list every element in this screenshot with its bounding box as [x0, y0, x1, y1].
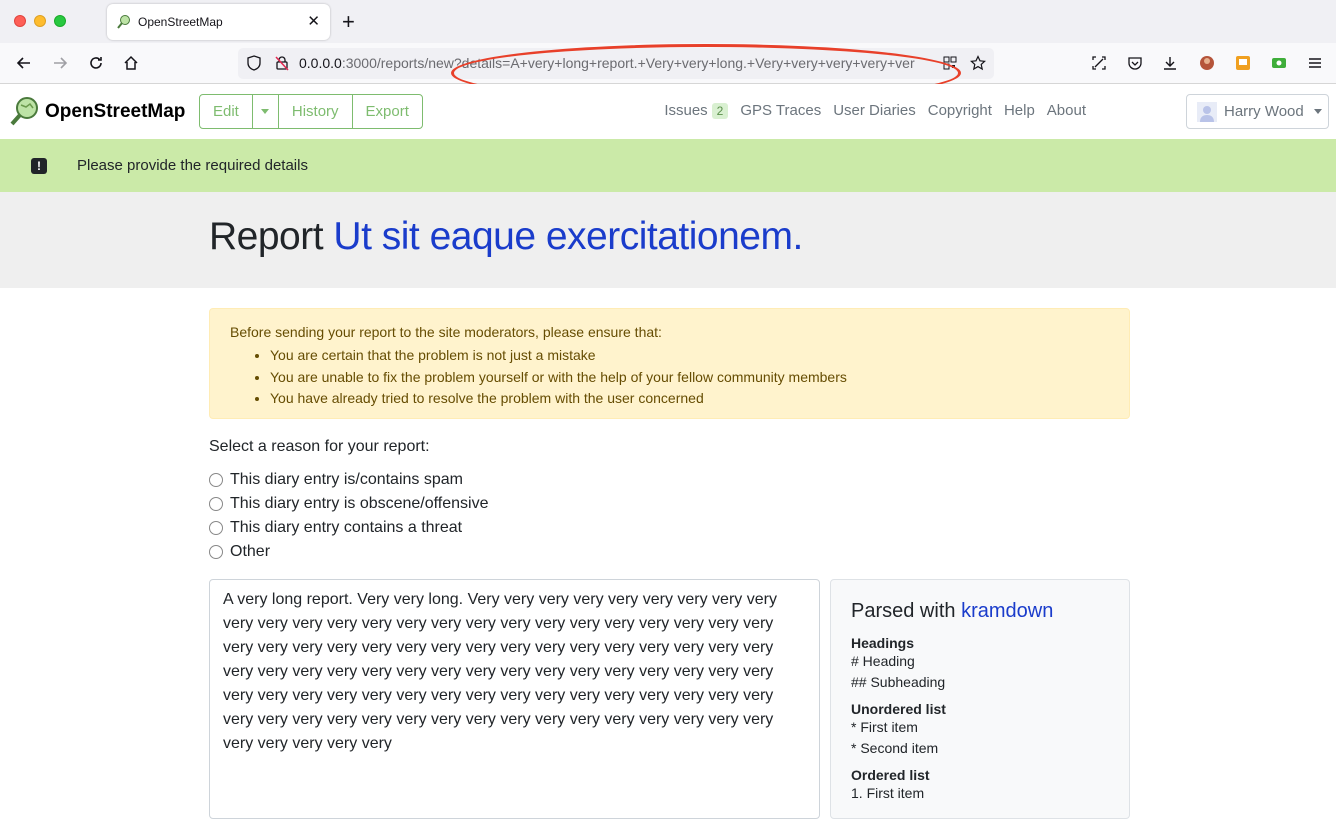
reason-option-label[interactable]: This diary entry is obscene/offensive	[230, 495, 489, 513]
export-button[interactable]: Export	[353, 95, 422, 128]
menu-hamburger-icon[interactable]	[1305, 53, 1325, 73]
osm-brand[interactable]: OpenStreetMap	[45, 101, 185, 123]
kramdown-link[interactable]: kramdown	[961, 600, 1053, 622]
help-title: Parsed with kramdown	[851, 600, 1109, 623]
close-window-button[interactable]	[14, 15, 26, 27]
shield-icon[interactable]	[244, 53, 264, 73]
pocket-icon[interactable]	[1125, 53, 1145, 73]
issues-count-badge: 2	[711, 103, 729, 119]
insecure-lock-icon[interactable]	[272, 53, 292, 73]
help-title-prefix: Parsed with	[851, 600, 956, 622]
home-icon[interactable]	[121, 53, 141, 73]
nav-issues[interactable]: Issues 2	[664, 102, 729, 119]
warning-list: You are certain that the problem is not …	[270, 345, 847, 410]
list-item: You have already tried to resolve the pr…	[270, 388, 847, 410]
warning-intro: Before sending your report to the site m…	[230, 324, 662, 340]
url-host: 0.0.0.0	[299, 55, 342, 71]
nav-issues-label: Issues	[664, 102, 708, 119]
reason-option-label[interactable]: This diary entry is/contains spam	[230, 471, 463, 489]
extension-orange-icon[interactable]	[1233, 53, 1253, 73]
page-title: Report Ut sit eaque exercitationem.	[209, 215, 803, 259]
new-tab-icon[interactable]: +	[342, 9, 355, 35]
tab-title: OpenStreetMap	[138, 15, 223, 29]
list-item: You are certain that the problem is not …	[270, 345, 847, 367]
avatar	[1197, 101, 1217, 122]
reason-option-label[interactable]: Other	[230, 543, 270, 561]
nav-gps-traces[interactable]: GPS Traces	[740, 102, 821, 119]
help-line: 1. First item	[851, 785, 925, 801]
user-menu-button[interactable]: Harry Wood	[1186, 94, 1329, 129]
bookmark-star-icon[interactable]	[968, 53, 988, 73]
help-line: # Heading	[851, 653, 915, 669]
chevron-down-icon	[261, 109, 270, 114]
page-title-prefix: Report	[209, 215, 324, 258]
edit-button[interactable]: Edit	[200, 95, 253, 128]
back-icon[interactable]	[14, 53, 34, 73]
flash-message: ! Please provide the required details	[0, 139, 1336, 192]
help-line: ## Subheading	[851, 674, 946, 690]
osm-header: OpenStreetMap Edit History Export Issues…	[0, 84, 1336, 139]
browser-tab-bar: OpenStreetMap ✕ +	[0, 0, 1336, 43]
reason-option-offensive[interactable]: This diary entry is obscene/offensive	[209, 492, 489, 516]
nav-user-diaries[interactable]: User Diaries	[833, 102, 916, 119]
help-heading-ordered: Ordered list	[851, 767, 930, 783]
reason-option-other[interactable]: Other	[209, 540, 489, 564]
help-heading-headings: Headings	[851, 635, 915, 651]
reason-option-spam[interactable]: This diary entry is/contains spam	[209, 468, 489, 492]
qr-code-icon[interactable]	[940, 53, 960, 73]
extension-avatar-icon[interactable]	[1197, 53, 1217, 73]
user-name: Harry Wood	[1224, 103, 1304, 120]
zoom-window-button[interactable]	[54, 15, 66, 27]
history-button[interactable]: History	[279, 95, 353, 128]
reason-radio-group: This diary entry is/contains spam This d…	[209, 468, 489, 564]
radio-button[interactable]	[209, 497, 223, 511]
osm-logo-icon[interactable]	[10, 96, 40, 126]
radio-button[interactable]	[209, 521, 223, 535]
osm-favicon-icon	[117, 15, 130, 29]
edit-button-group: Edit History Export	[199, 94, 423, 129]
warning-box: Before sending your report to the site m…	[209, 308, 1130, 419]
close-tab-icon[interactable]: ✕	[307, 12, 320, 30]
url-text[interactable]: 0.0.0.0:3000/reports/new?details=A+very+…	[299, 55, 929, 71]
diary-entry-link[interactable]: Ut sit eaque exercitationem.	[333, 215, 803, 258]
chevron-down-icon	[1313, 109, 1322, 114]
flash-text: Please provide the required details	[77, 157, 308, 174]
reason-option-threat[interactable]: This diary entry contains a threat	[209, 516, 489, 540]
markdown-help-panel: Parsed with kramdown Headings # Heading …	[830, 579, 1130, 819]
browser-toolbar: 0.0.0.0:3000/reports/new?details=A+very+…	[0, 43, 1336, 84]
title-band: Report Ut sit eaque exercitationem.	[0, 192, 1336, 288]
nav-about[interactable]: About	[1047, 102, 1086, 119]
reload-icon[interactable]	[86, 53, 106, 73]
radio-button[interactable]	[209, 473, 223, 487]
forward-icon[interactable]	[50, 53, 70, 73]
help-line: * First item	[851, 719, 918, 735]
reason-label: Select a reason for your report:	[209, 438, 430, 455]
nav-help[interactable]: Help	[1004, 102, 1035, 119]
address-bar[interactable]: 0.0.0.0:3000/reports/new?details=A+very+…	[238, 48, 994, 79]
exclamation-icon: !	[31, 158, 47, 174]
url-path: :3000/reports/new?details=A+very+long+re…	[341, 55, 915, 71]
minimize-window-button[interactable]	[34, 15, 46, 27]
details-textarea[interactable]: A very long report. Very very long. Very…	[209, 579, 820, 819]
browser-tab[interactable]: OpenStreetMap ✕	[107, 4, 330, 40]
edit-dropdown-toggle[interactable]	[253, 95, 279, 128]
extension-green-icon[interactable]	[1269, 53, 1289, 73]
screenshot-icon[interactable]	[1089, 53, 1109, 73]
help-line: * Second item	[851, 740, 939, 756]
help-heading-unordered: Unordered list	[851, 701, 946, 717]
top-nav: Issues 2 GPS Traces User Diaries Copyrigh…	[664, 102, 1086, 119]
nav-copyright[interactable]: Copyright	[928, 102, 992, 119]
reason-option-label[interactable]: This diary entry contains a threat	[230, 519, 462, 537]
list-item: You are unable to fix the problem yourse…	[270, 367, 847, 389]
downloads-icon[interactable]	[1160, 53, 1180, 73]
radio-button[interactable]	[209, 545, 223, 559]
